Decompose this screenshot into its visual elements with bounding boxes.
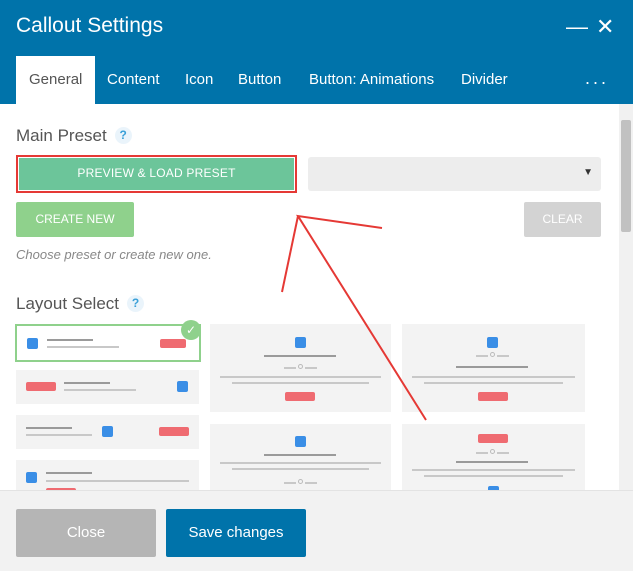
layout-button-pill (159, 427, 189, 436)
layout-icon-square (295, 436, 306, 447)
layout-icon-square (26, 472, 37, 483)
layout-option-6[interactable] (210, 424, 391, 490)
layout-divider-dot (298, 364, 303, 369)
clear-button[interactable]: CLEAR (524, 202, 601, 237)
layout-line (46, 472, 92, 474)
layout-line (305, 367, 317, 369)
layout-line (47, 339, 93, 341)
close-button[interactable]: Close (16, 509, 156, 557)
layout-line (264, 454, 336, 456)
layout-option-8[interactable] (402, 424, 585, 490)
layout-line (424, 382, 563, 384)
layout-button-pill (478, 434, 508, 443)
preset-hint: Choose preset or create new one. (16, 247, 212, 262)
layout-option-3[interactable] (16, 415, 199, 449)
preset-select[interactable]: ▼ (308, 157, 601, 191)
tab-content[interactable]: Content (94, 56, 173, 104)
layout-icon-square (102, 426, 113, 437)
layout-button-pill (160, 339, 186, 348)
layout-line (412, 376, 575, 378)
help-icon[interactable]: ? (114, 127, 132, 144)
layout-line (47, 346, 119, 348)
layout-line (232, 382, 369, 384)
vertical-scrollbar[interactable] (619, 104, 633, 490)
layout-line (232, 468, 369, 470)
layout-icon-square (177, 381, 188, 392)
layout-line (264, 355, 336, 357)
layout-line (424, 475, 563, 477)
layout-line (456, 366, 528, 368)
close-icon[interactable]: ✕ (596, 14, 614, 40)
layout-option-7[interactable] (402, 324, 585, 412)
layout-select-title: Layout Select (16, 294, 120, 313)
layout-line (497, 452, 509, 454)
layout-select-heading: Layout Select? (16, 294, 145, 314)
layout-option-4[interactable] (16, 460, 199, 490)
minimize-icon[interactable]: — (566, 14, 588, 40)
layout-line (476, 452, 488, 454)
tab-divider[interactable]: Divider (448, 56, 521, 104)
layout-line (220, 376, 381, 378)
layout-line (497, 355, 509, 357)
modal-title: Callout Settings (16, 14, 164, 37)
layout-line (64, 389, 136, 391)
layout-line (26, 427, 72, 429)
layout-button-pill (26, 382, 56, 391)
more-icon[interactable]: ... (585, 56, 609, 104)
preview-load-preset-button[interactable]: PREVIEW & LOAD PRESET (16, 155, 297, 193)
layout-line (305, 482, 317, 484)
layout-option-2[interactable] (16, 370, 199, 404)
layout-icon-square (295, 337, 306, 348)
layout-line (412, 469, 575, 471)
main-preset-heading: Main Preset? (16, 126, 132, 146)
layout-line (220, 462, 381, 464)
scrollbar-thumb[interactable] (621, 120, 631, 232)
tab-button-animations[interactable]: Button: Animations (296, 56, 447, 104)
tab-general[interactable]: General (16, 56, 96, 104)
create-new-button[interactable]: CREATE NEW (16, 202, 134, 237)
layout-option-5[interactable] (210, 324, 391, 412)
tab-button[interactable]: Button (225, 56, 294, 104)
layout-line (64, 382, 110, 384)
layout-line (46, 480, 189, 482)
modal-footer: Close Save changes (0, 490, 633, 571)
tab-bar: General Content Icon Button Button: Anim… (0, 56, 633, 104)
main-preset-title: Main Preset (16, 126, 107, 145)
layout-divider-dot (490, 352, 495, 357)
modal-header: Callout Settings — ✕ General Content Ico… (0, 0, 633, 104)
check-icon: ✓ (181, 320, 201, 340)
layout-divider-dot (298, 479, 303, 484)
tab-icon[interactable]: Icon (172, 56, 226, 104)
chevron-down-icon: ▼ (583, 167, 593, 178)
preview-load-preset-label: PREVIEW & LOAD PRESET (19, 158, 294, 190)
modal-body: Main Preset? PREVIEW & LOAD PRESET ▼ CRE… (0, 104, 633, 490)
layout-button-pill (285, 392, 315, 401)
layout-divider-dot (490, 449, 495, 454)
save-changes-button[interactable]: Save changes (166, 509, 306, 557)
help-icon[interactable]: ? (127, 295, 145, 312)
layout-button-pill (478, 392, 508, 401)
layout-line (456, 461, 528, 463)
layout-line (26, 434, 92, 436)
layout-line (284, 482, 296, 484)
layout-line (476, 355, 488, 357)
layout-icon-square (487, 337, 498, 348)
callout-settings-modal: Callout Settings — ✕ General Content Ico… (0, 0, 633, 571)
layout-icon-square (27, 338, 38, 349)
layout-line (284, 367, 296, 369)
layout-option-1[interactable]: ✓ (15, 320, 201, 362)
